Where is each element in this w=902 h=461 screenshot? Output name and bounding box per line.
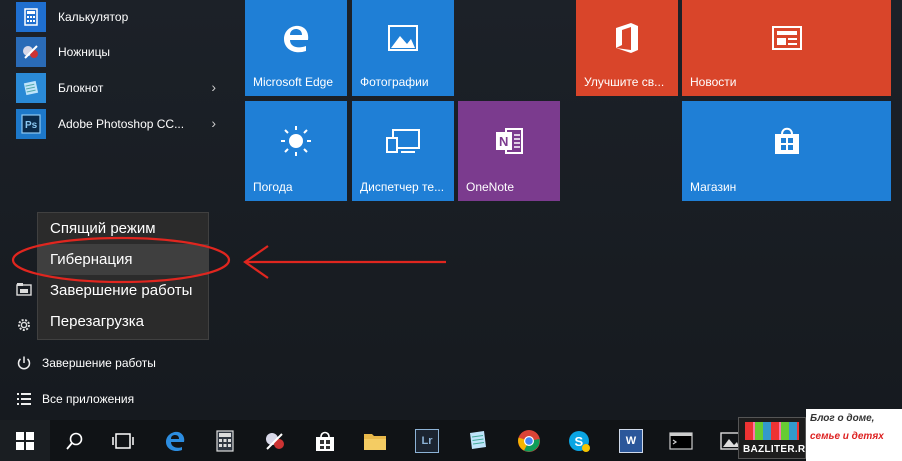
tile-weather[interactable]: Погода [245, 101, 347, 201]
tile-store[interactable]: Магазин [682, 101, 891, 201]
tile-edge[interactable]: Microsoft Edge [245, 0, 347, 96]
start-button[interactable] [0, 420, 50, 461]
tile-label: Новости [690, 75, 737, 89]
calculator-icon [216, 429, 234, 452]
tile-onenote[interactable]: N OneNote [458, 101, 560, 201]
word-icon: W [619, 428, 643, 453]
skype-icon: S [569, 430, 590, 452]
search-button[interactable] [50, 420, 100, 461]
tile-label: Улучшите св... [584, 75, 665, 89]
photos-icon [352, 0, 454, 76]
brand-line-2: семье и детях [810, 431, 884, 442]
taskbar-edge[interactable] [150, 420, 200, 461]
brand-logo: BAZLITER.RU [738, 417, 813, 459]
taskbar-chrome[interactable] [504, 420, 554, 461]
site-watermark: BAZLITER.RU Блог о доме, семье и детях [738, 409, 902, 461]
svg-text:S: S [575, 434, 584, 449]
file-explorer-icon [364, 433, 386, 450]
task-view-icon [112, 432, 134, 449]
brand-logo-text: BAZLITER.RU [743, 444, 813, 455]
search-icon [66, 432, 83, 450]
office-icon [576, 0, 678, 76]
tile-label: Диспетчер те... [360, 180, 445, 194]
taskbar-scissors[interactable] [250, 420, 300, 461]
tile-photos[interactable]: Фотографии [352, 0, 454, 96]
task-view-button[interactable] [98, 420, 148, 461]
onenote-icon: N [458, 101, 560, 181]
chrome-icon [518, 429, 540, 452]
taskbar-calculator[interactable] [200, 420, 250, 461]
start-menu: Калькулятор Ножницы Блокнот › Ps Adobe P… [0, 0, 902, 420]
notepad-icon [470, 430, 486, 449]
tile-label: Магазин [690, 180, 737, 194]
tile-label: OneNote [466, 180, 515, 194]
brand-blocks [745, 422, 799, 440]
svg-text:N: N [499, 134, 508, 149]
tile-label: Фотографии [360, 75, 429, 89]
edge-icon [245, 0, 347, 76]
scissors-icon [266, 432, 284, 450]
store-icon [316, 431, 334, 451]
taskbar-store[interactable] [300, 420, 350, 461]
lightroom-icon: Lr [415, 428, 439, 453]
tile-news[interactable]: Новости [682, 0, 891, 96]
taskbar-word[interactable]: W [606, 420, 656, 461]
brand-tagline: Блог о доме, семье и детях [806, 409, 902, 461]
edge-icon [166, 431, 185, 451]
tile-office[interactable]: Улучшите св... [576, 0, 678, 96]
taskbar-notepad[interactable] [452, 420, 502, 461]
tile-devices[interactable]: Диспетчер те... [352, 101, 454, 201]
news-icon [682, 0, 891, 76]
taskbar-lightroom[interactable]: Lr [402, 420, 452, 461]
taskbar-skype[interactable]: S [554, 420, 604, 461]
taskbar-file-explorer[interactable] [350, 420, 400, 461]
devices-icon [352, 101, 454, 181]
start-icon [16, 431, 34, 450]
sun-icon [245, 101, 347, 181]
tile-label: Microsoft Edge [253, 75, 334, 89]
tile-label: Погода [253, 180, 293, 194]
brand-line-1: Блог о доме, [810, 413, 875, 424]
taskbar-cmd[interactable] [656, 420, 706, 461]
highlight-ellipse [11, 236, 231, 284]
store-icon [682, 101, 891, 181]
cmd-icon [669, 431, 693, 450]
